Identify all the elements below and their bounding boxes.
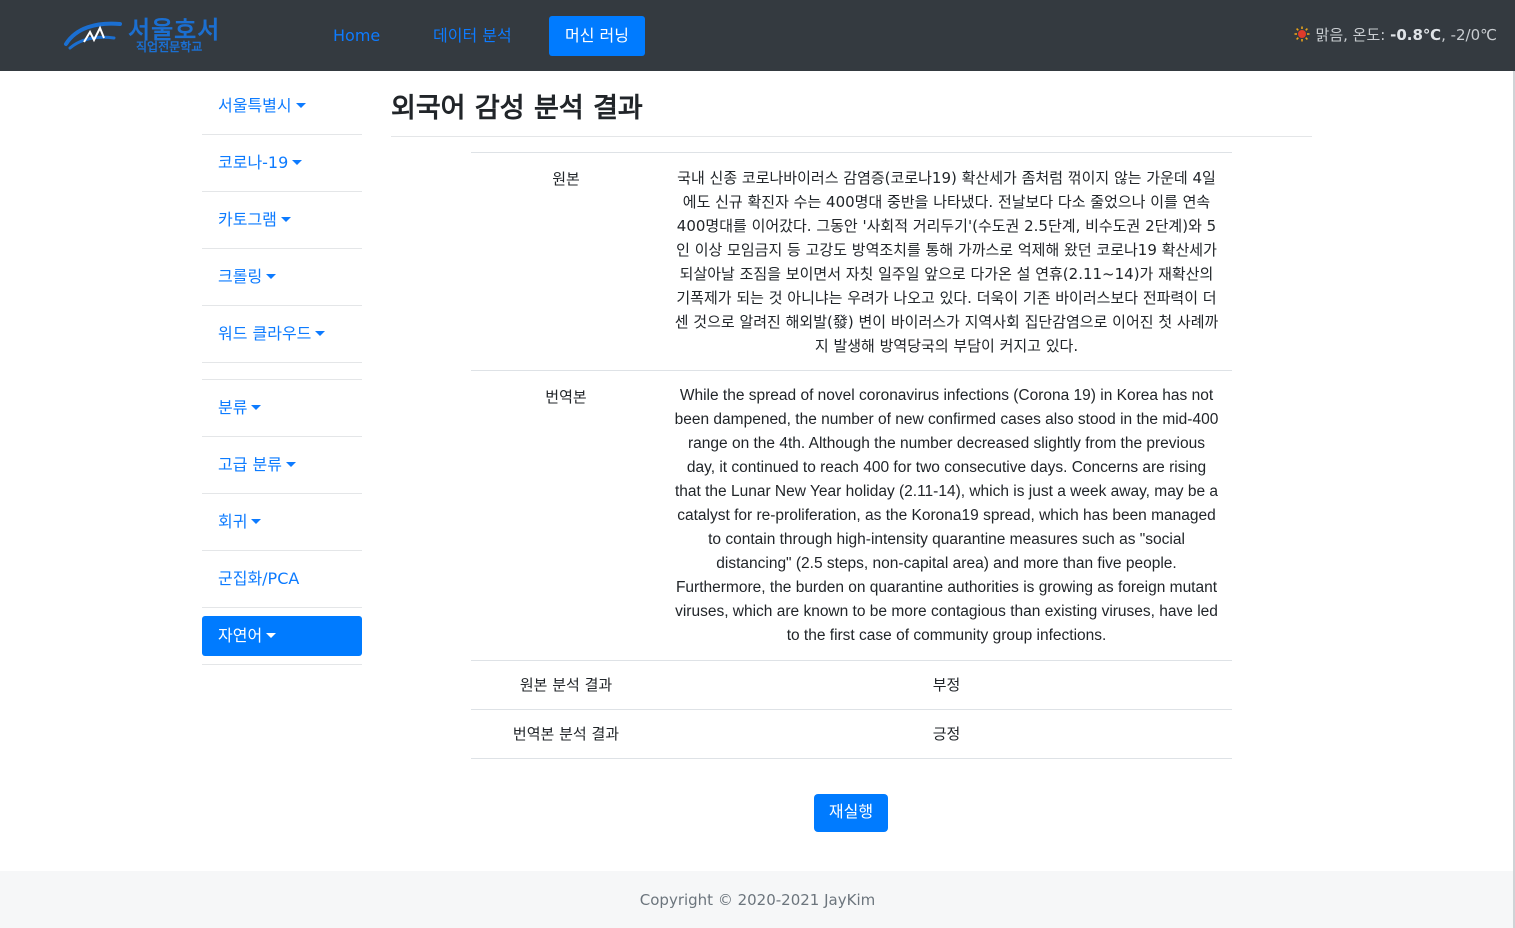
weather-temp: -0.8℃ <box>1390 26 1442 44</box>
caret-down-icon <box>251 405 262 410</box>
sidebar-item-label: 서울특별시 <box>218 96 292 115</box>
sidebar: 서울특별시 코로나-19 카토그램 크롤링 워드 클라우드 분류 고급 분류 회… <box>202 78 362 665</box>
sidebar-item-advanced-classification[interactable]: 고급 분류 <box>202 437 362 494</box>
table-row: 원본 분석 결과 부정 <box>471 660 1232 710</box>
copyright-text: Copyright © 2020-2021 JayKim <box>639 891 876 909</box>
caret-down-icon <box>280 217 291 222</box>
sidebar-item-clustering[interactable]: 군집화/PCA <box>202 551 362 608</box>
sidebar-item-crawling[interactable]: 크롤링 <box>202 249 362 306</box>
sidebar-item-label: 코로나-19 <box>218 153 289 172</box>
caret-down-icon <box>266 274 277 279</box>
nav-machine-learning[interactable]: 머신 러닝 <box>549 16 645 56</box>
caret-down-icon <box>251 519 262 524</box>
original-label: 원본 <box>471 152 661 371</box>
logo-swoosh-icon <box>64 21 122 50</box>
sidebar-item-classification[interactable]: 분류 <box>202 380 362 437</box>
caret-down-icon <box>295 103 306 108</box>
weather-widget: 맑음, 온도: -0.8℃, -2/0℃ <box>1294 24 1497 45</box>
caret-down-icon <box>266 633 277 638</box>
sidebar-item-label: 카토그램 <box>218 210 277 229</box>
weather-condition: 맑음, 온도: <box>1315 26 1391 44</box>
result-table: 원본 국내 신종 코로나바이러스 감염증(코로나19) 확산세가 좀처럼 꺾이지… <box>471 152 1232 759</box>
original-text: 국내 신종 코로나바이러스 감염증(코로나19) 확산세가 좀처럼 꺾이지 않는… <box>661 152 1232 371</box>
sidebar-item-wordcloud[interactable]: 워드 클라우드 <box>202 306 362 363</box>
table-row: 번역본 분석 결과 긍정 <box>471 709 1232 759</box>
sidebar-item-cartogram[interactable]: 카토그램 <box>202 192 362 249</box>
nav-home[interactable]: Home <box>317 16 396 56</box>
sidebar-item-corona[interactable]: 코로나-19 <box>202 135 362 192</box>
school-logo[interactable]: 서울호서 직업전문학교 <box>62 8 232 60</box>
nav-data-analysis[interactable]: 데이터 분석 <box>417 16 528 56</box>
translated-label: 번역본 <box>471 370 661 661</box>
caret-down-icon <box>285 462 296 467</box>
sidebar-item-seoul[interactable]: 서울특별시 <box>202 78 362 135</box>
sidebar-item-label: 분류 <box>218 398 248 417</box>
caret-down-icon <box>292 160 303 165</box>
weather-range: , -2/0℃ <box>1441 26 1497 44</box>
sidebar-divider <box>202 363 362 380</box>
sun-icon <box>1294 26 1310 42</box>
sidebar-item-label: 자연어 <box>218 626 263 645</box>
translated-result-value: 긍정 <box>661 709 1232 759</box>
caret-down-icon <box>315 331 326 336</box>
sidebar-item-nlp[interactable]: 자연어 <box>202 616 362 656</box>
footer: Copyright © 2020-2021 JayKim <box>0 871 1515 928</box>
sidebar-item-regression[interactable]: 회귀 <box>202 494 362 551</box>
original-result-label: 원본 분석 결과 <box>471 660 661 710</box>
rerun-button[interactable]: 재실행 <box>814 794 888 832</box>
original-result-value: 부정 <box>661 660 1232 710</box>
page-title: 외국어 감성 분석 결과 <box>391 93 643 124</box>
sidebar-divider <box>202 656 362 665</box>
translated-text: While the spread of novel coronavirus in… <box>661 370 1232 661</box>
logo-subtitle: 직업전문학교 <box>136 40 203 54</box>
sidebar-item-label: 회귀 <box>218 512 248 531</box>
top-navbar: 서울호서 직업전문학교 Home 데이터 분석 머신 러닝 맑음, 온도: -0… <box>0 0 1515 71</box>
sidebar-item-label: 워드 클라우드 <box>218 324 312 343</box>
sidebar-item-label: 크롤링 <box>218 267 263 286</box>
translated-result-label: 번역본 분석 결과 <box>471 709 661 759</box>
table-row: 원본 국내 신종 코로나바이러스 감염증(코로나19) 확산세가 좀처럼 꺾이지… <box>471 152 1232 371</box>
sidebar-item-label: 군집화/PCA <box>218 569 300 588</box>
table-row: 번역본 While the spread of novel coronaviru… <box>471 370 1232 661</box>
sidebar-item-label: 고급 분류 <box>218 455 282 474</box>
title-divider <box>391 136 1312 137</box>
